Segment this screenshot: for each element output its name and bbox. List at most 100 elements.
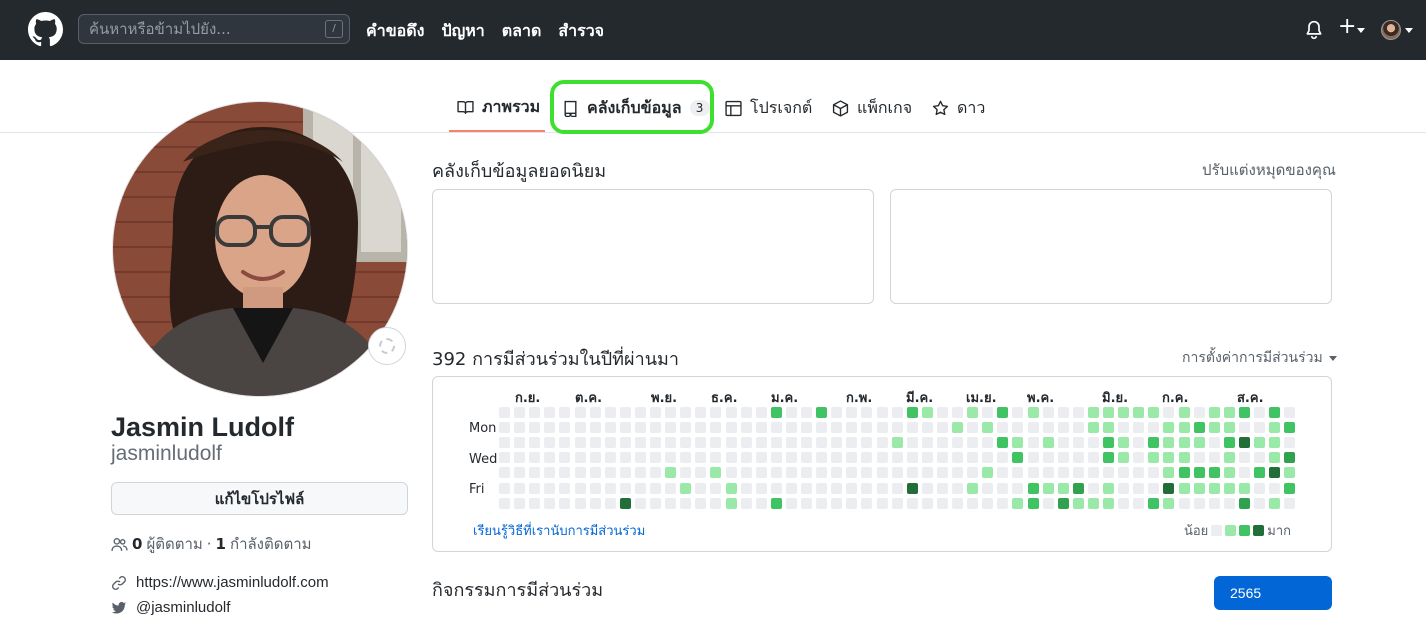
contribution-day-cell[interactable]: [906, 437, 918, 449]
contribution-day-cell[interactable]: [982, 482, 994, 494]
contribution-day-cell[interactable]: [680, 422, 692, 434]
contribution-day-cell[interactable]: [936, 482, 948, 494]
contribution-day-cell[interactable]: [770, 467, 782, 479]
contribution-day-cell[interactable]: [1027, 407, 1039, 418]
contribution-day-cell[interactable]: [770, 497, 782, 509]
contribution-day-cell[interactable]: [619, 407, 631, 418]
contribution-day-cell[interactable]: [1087, 482, 1099, 494]
contribution-day-cell[interactable]: [861, 407, 873, 418]
contribution-day-cell[interactable]: [619, 482, 631, 494]
contribution-day-cell[interactable]: [1178, 482, 1190, 494]
contribution-day-cell[interactable]: [1269, 452, 1281, 464]
contribution-day-cell[interactable]: [891, 422, 903, 434]
contribution-day-cell[interactable]: [1208, 407, 1220, 418]
contribution-day-cell[interactable]: [1163, 437, 1175, 449]
contribution-day-cell[interactable]: [710, 452, 722, 464]
contribution-day-cell[interactable]: [982, 467, 994, 479]
contribution-day-cell[interactable]: [1254, 482, 1265, 494]
contribution-day-cell[interactable]: [529, 437, 541, 449]
tab-packages[interactable]: แพ็กเกจ: [832, 84, 912, 132]
contribution-day-cell[interactable]: [770, 452, 782, 464]
year-2565-button[interactable]: 2565: [1214, 576, 1332, 610]
contribution-day-cell[interactable]: [514, 467, 526, 479]
contribution-day-cell[interactable]: [755, 407, 767, 418]
contribution-day-cell[interactable]: [559, 452, 571, 464]
contribution-day-cell[interactable]: [574, 422, 586, 434]
contribution-day-cell[interactable]: [589, 422, 601, 434]
contribution-day-cell[interactable]: [1027, 437, 1039, 449]
contribution-day-cell[interactable]: [1193, 452, 1205, 464]
contribution-day-cell[interactable]: [1178, 497, 1190, 509]
contribution-day-cell[interactable]: [785, 422, 797, 434]
contribution-day-cell[interactable]: [1072, 497, 1084, 509]
contribution-day-cell[interactable]: [634, 437, 646, 449]
contribution-day-cell[interactable]: [967, 422, 979, 434]
contribution-day-cell[interactable]: [710, 422, 722, 434]
contribution-day-cell[interactable]: [936, 497, 948, 509]
contribution-day-cell[interactable]: [1208, 452, 1220, 464]
contribution-day-cell[interactable]: [831, 437, 843, 449]
contribution-day-cell[interactable]: [921, 467, 933, 479]
contribution-day-cell[interactable]: [967, 407, 979, 418]
contribution-day-cell[interactable]: [1193, 497, 1205, 509]
contribution-day-cell[interactable]: [1163, 407, 1175, 418]
contribution-day-cell[interactable]: [634, 482, 646, 494]
contribution-day-cell[interactable]: [1238, 497, 1250, 509]
contribution-day-cell[interactable]: [695, 452, 707, 464]
contribution-day-cell[interactable]: [1042, 497, 1054, 509]
contribution-day-cell[interactable]: [665, 482, 677, 494]
contribution-day-cell[interactable]: [997, 467, 1009, 479]
contribution-day-cell[interactable]: [1072, 452, 1084, 464]
contribution-day-cell[interactable]: [665, 452, 677, 464]
contribution-day-cell[interactable]: [1193, 482, 1205, 494]
contribution-day-cell[interactable]: [1163, 452, 1175, 464]
contribution-day-cell[interactable]: [846, 467, 858, 479]
contribution-day-cell[interactable]: [544, 467, 556, 479]
contribution-day-cell[interactable]: [1118, 467, 1130, 479]
contribution-day-cell[interactable]: [589, 467, 601, 479]
website-link[interactable]: https://www.jasminludolf.com: [136, 574, 329, 591]
create-dropdown-caret-icon[interactable]: [1357, 28, 1365, 33]
contribution-day-cell[interactable]: [634, 407, 646, 418]
contribution-day-cell[interactable]: [831, 467, 843, 479]
contribution-day-cell[interactable]: [967, 437, 979, 449]
contribution-day-cell[interactable]: [1284, 467, 1296, 479]
contribution-day-cell[interactable]: [514, 497, 526, 509]
contribution-day-cell[interactable]: [1223, 467, 1235, 479]
contribution-day-cell[interactable]: [816, 467, 828, 479]
contribution-day-cell[interactable]: [816, 437, 828, 449]
contribution-day-cell[interactable]: [876, 452, 888, 464]
contribution-day-cell[interactable]: [831, 497, 843, 509]
contribution-day-cell[interactable]: [997, 452, 1009, 464]
contribution-day-cell[interactable]: [906, 452, 918, 464]
contribution-day-cell[interactable]: [604, 422, 616, 434]
contribution-day-cell[interactable]: [1042, 437, 1054, 449]
nav-explore[interactable]: สำรวจ: [558, 19, 604, 44]
contribution-day-cell[interactable]: [967, 452, 979, 464]
contribution-day-cell[interactable]: [1103, 437, 1114, 449]
contribution-day-cell[interactable]: [695, 467, 707, 479]
contribution-day-cell[interactable]: [982, 452, 994, 464]
contribution-day-cell[interactable]: [982, 437, 994, 449]
contribution-day-cell[interactable]: [801, 467, 812, 479]
contribution-day-cell[interactable]: [1133, 482, 1145, 494]
contribution-day-cell[interactable]: [1042, 467, 1054, 479]
contribution-day-cell[interactable]: [529, 422, 541, 434]
contribution-day-cell[interactable]: [952, 497, 963, 509]
contribution-day-cell[interactable]: [982, 407, 994, 418]
following-count[interactable]: 1: [216, 535, 226, 553]
contribution-day-cell[interactable]: [695, 422, 707, 434]
contribution-day-cell[interactable]: [831, 407, 843, 418]
contribution-day-cell[interactable]: [1103, 452, 1114, 464]
contribution-day-cell[interactable]: [936, 422, 948, 434]
contribution-day-cell[interactable]: [906, 482, 918, 494]
contribution-day-cell[interactable]: [846, 437, 858, 449]
contribution-day-cell[interactable]: [770, 422, 782, 434]
contribution-day-cell[interactable]: [529, 482, 541, 494]
contribution-day-cell[interactable]: [876, 407, 888, 418]
contribution-day-cell[interactable]: [680, 467, 692, 479]
contribution-day-cell[interactable]: [906, 497, 918, 509]
contribution-day-cell[interactable]: [740, 437, 752, 449]
contribution-day-cell[interactable]: [665, 437, 677, 449]
contribution-day-cell[interactable]: [559, 437, 571, 449]
